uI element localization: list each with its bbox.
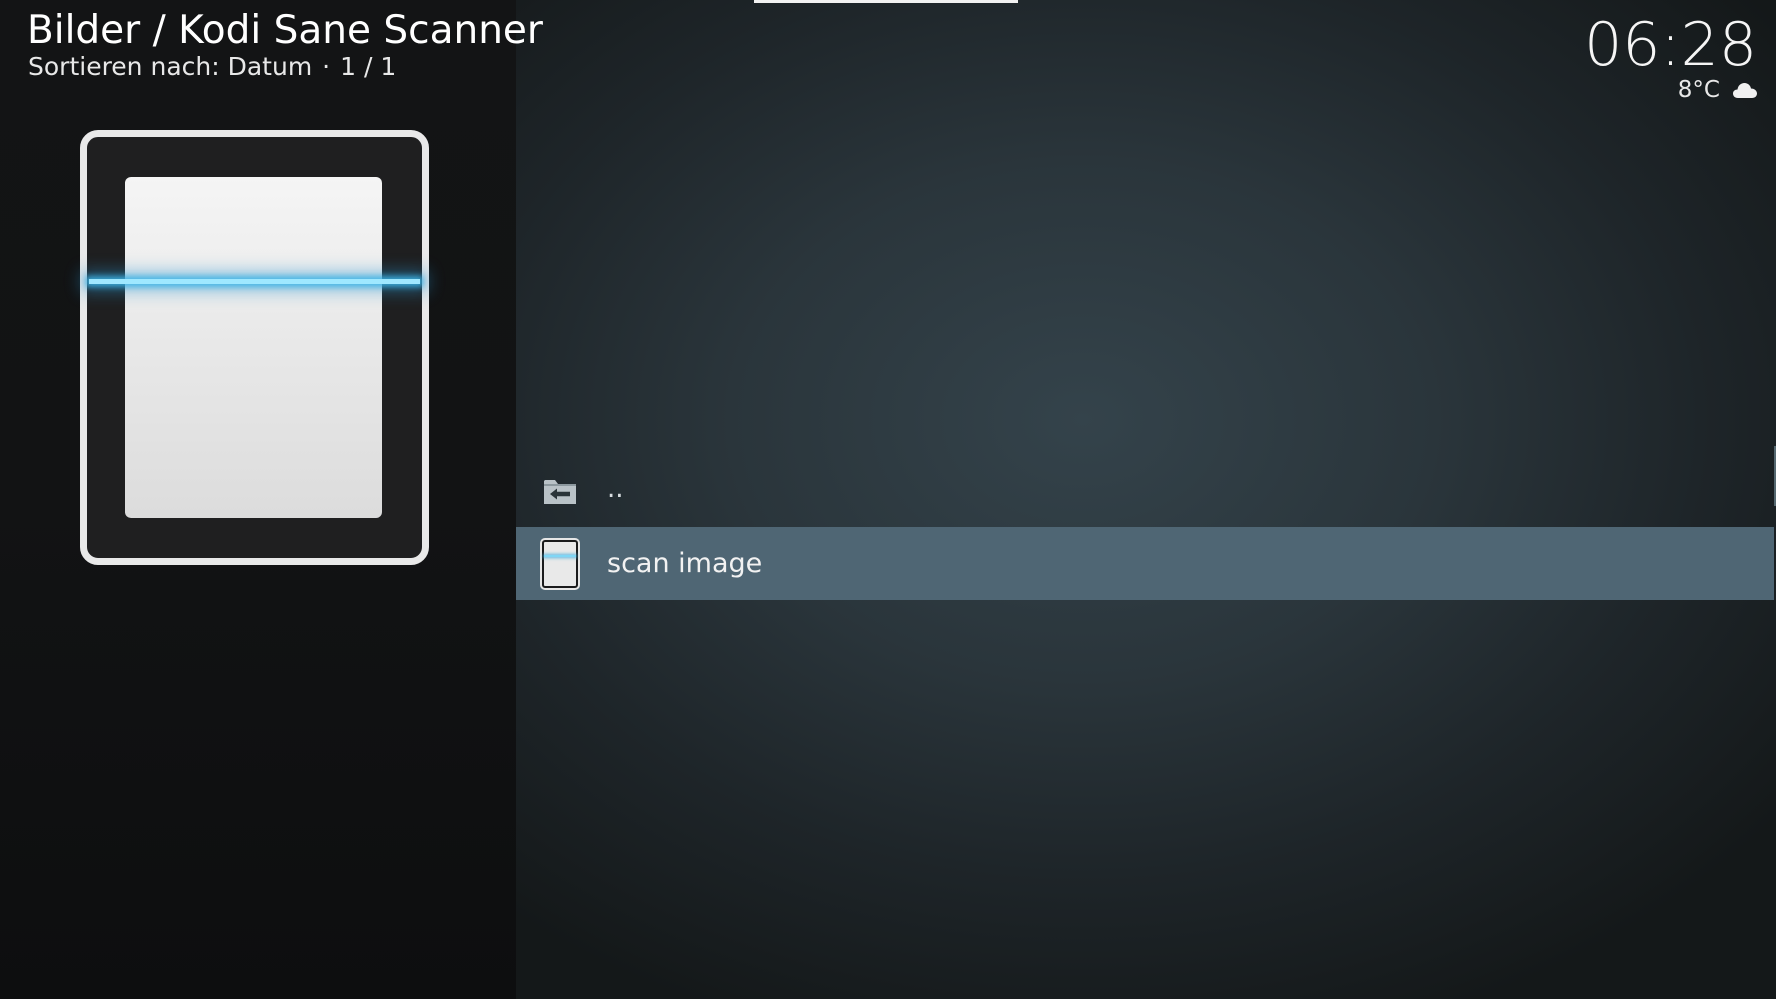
scanner-icon [540, 537, 580, 590]
list-item-label: .. [607, 474, 624, 504]
weather: 8°C [1678, 75, 1758, 105]
list-item-parent-folder[interactable]: .. [516, 454, 1774, 527]
clock: 06:28 [1584, 10, 1757, 80]
cloud-icon [1732, 81, 1758, 99]
list-item-label: scan image [607, 548, 763, 579]
sort-info: Sortieren nach: Datum · 1 / 1 [28, 52, 396, 82]
file-list: .. scan image [516, 454, 1774, 600]
separator: · [322, 52, 331, 81]
page-info: 1 / 1 [340, 52, 397, 81]
page-title: Bilder / Kodi Sane Scanner [27, 8, 543, 53]
folder-back-icon [540, 466, 580, 516]
scanner-thumbnail [80, 130, 429, 565]
list-item-scan-image[interactable]: scan image [516, 527, 1774, 600]
temperature: 8°C [1677, 77, 1720, 103]
kodi-screen: Bilder / Kodi Sane Scanner Sortieren nac… [0, 0, 1776, 999]
sort-label[interactable]: Sortieren nach: Datum [28, 52, 312, 81]
top-indicator [754, 0, 1018, 3]
scanner-paper [125, 177, 382, 518]
scan-beam [89, 279, 420, 284]
